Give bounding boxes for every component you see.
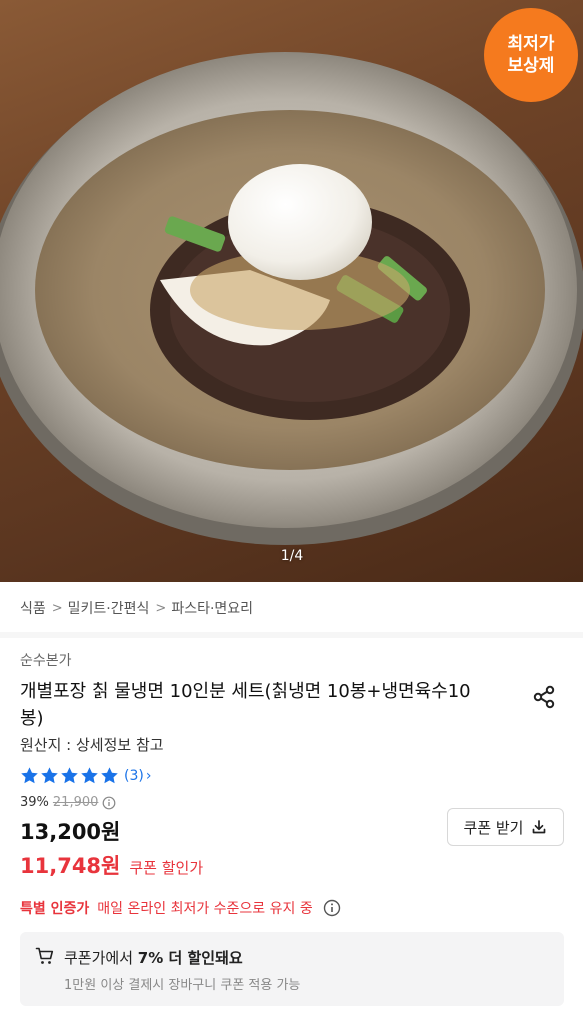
chevron-right-icon: > xyxy=(155,600,167,616)
product-image[interactable]: 최저가 보상제 1/4 xyxy=(0,0,583,582)
origin-info: 원산지 : 상세정보 참고 xyxy=(20,736,164,754)
info-icon[interactable] xyxy=(102,796,116,810)
product-title: 개별포장 칡 물냉면 10인분 세트(칡냉면 10봉+냉면육수10봉) xyxy=(20,681,471,729)
share-icon[interactable] xyxy=(531,684,557,710)
star-icon xyxy=(61,767,78,784)
sale-price: 13,200원 xyxy=(20,820,121,844)
coupon-box-title-prefix: 쿠폰가에서 xyxy=(64,949,138,967)
lowest-price-guarantee-badge[interactable]: 최저가 보상제 xyxy=(484,8,578,102)
breadcrumb-item-pasta[interactable]: 파스타·면요리 xyxy=(171,598,253,618)
image-counter: 1/4 xyxy=(280,548,304,564)
section-divider xyxy=(0,632,583,638)
coupon-price-label: 쿠폰 할인가 xyxy=(129,859,204,877)
original-price: 21,900 xyxy=(52,795,99,810)
star-icon xyxy=(101,767,118,784)
star-icon xyxy=(21,767,38,784)
coupon-box-title-highlight: 7% 더 할인돼요 xyxy=(137,949,243,967)
coupon-price-row: 11,748원 쿠폰 할인가 xyxy=(20,850,203,880)
extra-coupon-box[interactable]: 쿠폰가에서 7% 더 할인돼요 1만원 이상 결제시 장바구니 쿠폰 적용 가능 xyxy=(20,932,564,1006)
download-icon xyxy=(533,820,546,834)
brand-name[interactable]: 순수본가 xyxy=(20,650,72,670)
chevron-right-icon: › xyxy=(145,767,152,784)
breadcrumb-item-food[interactable]: 식품 xyxy=(20,598,46,618)
coupon-box-subtitle: 1만원 이상 결제시 장바구니 쿠폰 적용 가능 xyxy=(64,978,301,993)
review-count: (3) xyxy=(124,767,144,784)
special-price-label: 특별 인증가 xyxy=(20,901,90,917)
review-count-link[interactable]: (3) › xyxy=(124,768,151,784)
badge-line-2: 보상제 xyxy=(507,56,555,76)
coupon-price: 11,748원 xyxy=(20,854,121,878)
special-certified-price-row: 특별 인증가 매일 온라인 최저가 수준으로 유지 중 xyxy=(20,898,341,918)
coupon-box-title: 쿠폰가에서 7% 더 할인돼요 xyxy=(64,947,243,968)
get-coupon-button[interactable]: 쿠폰 받기 xyxy=(447,808,564,846)
breadcrumb-item-mealkit[interactable]: 밀키트·간편식 xyxy=(68,598,150,618)
discount-row: 39% 21,900 xyxy=(20,795,116,810)
discount-rate: 39% xyxy=(20,795,49,810)
naengmyeon-bowl-illustration xyxy=(0,52,583,545)
breadcrumb: 식품 > 밀키트·간편식 > 파스타·면요리 xyxy=(20,598,253,618)
chevron-right-icon: > xyxy=(51,600,63,616)
star-icon xyxy=(81,767,98,784)
get-coupon-label: 쿠폰 받기 xyxy=(463,818,524,837)
special-price-description: 매일 온라인 최저가 수준으로 유지 중 xyxy=(97,901,313,917)
badge-line-1: 최저가 xyxy=(507,34,555,54)
rating-row[interactable]: (3) › xyxy=(20,766,151,785)
cart-icon xyxy=(35,947,54,964)
info-icon[interactable] xyxy=(323,899,341,917)
star-icon xyxy=(41,767,58,784)
